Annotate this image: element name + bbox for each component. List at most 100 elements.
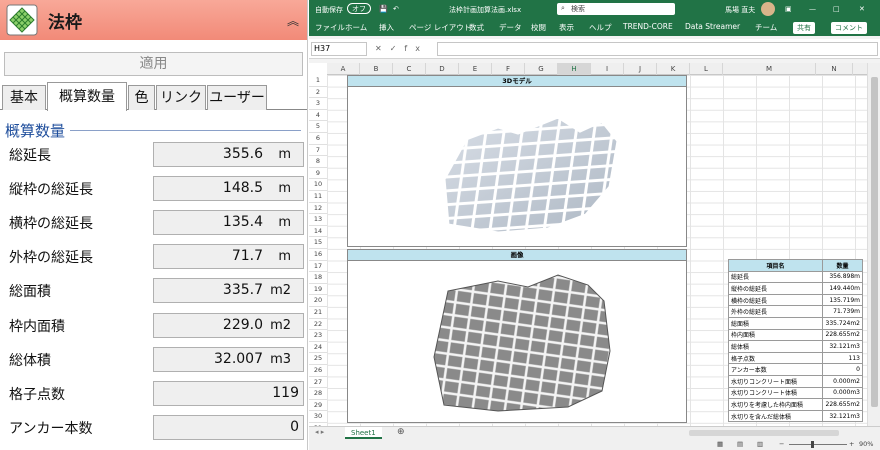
collapse-icon[interactable]: ︽ — [287, 12, 299, 29]
row-header[interactable]: 8 — [309, 156, 327, 168]
cell-area[interactable]: 3Dモデル 画像 項目名 数量 総延長 356.898m 縦枠の総延長 149.… — [327, 75, 867, 426]
fx-icon[interactable]: ✕✓fx — [375, 44, 428, 53]
comment-button[interactable]: コメント — [831, 22, 867, 34]
row-header[interactable]: 22 — [309, 319, 327, 331]
tab-link[interactable]: リンク — [156, 85, 206, 110]
apply-button[interactable]: 適用 — [4, 52, 303, 76]
page-break-icon[interactable]: ▥ — [757, 440, 763, 448]
table-cell-qty[interactable]: 356.898m — [822, 270, 863, 284]
column-header[interactable]: N — [816, 63, 853, 75]
table-cell-name[interactable]: 水切りコンクリート体積 — [728, 386, 823, 400]
ribbon-tab[interactable]: 挿入 — [379, 22, 394, 33]
column-header[interactable]: D — [426, 63, 459, 75]
table-cell-name[interactable]: 縦枠の総延長 — [728, 282, 823, 295]
column-header[interactable]: F — [492, 63, 525, 75]
row-header[interactable]: 21 — [309, 307, 327, 319]
row-header[interactable]: 26 — [309, 365, 327, 377]
model-3d-image[interactable] — [348, 87, 686, 247]
ribbon-tab[interactable]: チーム — [755, 22, 777, 33]
plan-image[interactable] — [348, 261, 686, 423]
undo-icon[interactable]: ↶ — [393, 5, 399, 13]
table-cell-qty[interactable]: 228.655m2 — [822, 328, 863, 342]
zoom-in-icon[interactable]: + — [849, 440, 854, 448]
row-header[interactable]: 20 — [309, 295, 327, 307]
row-header[interactable]: 23 — [309, 330, 327, 342]
ribbon-tab[interactable]: ヘルプ — [589, 22, 612, 33]
table-cell-name[interactable]: 格子点数 — [728, 351, 823, 365]
zoom-out-icon[interactable]: − — [779, 440, 784, 448]
row-header[interactable]: 25 — [309, 353, 327, 365]
column-header[interactable]: H — [558, 63, 591, 75]
search-box[interactable]: 検索 — [557, 3, 675, 15]
ribbon-tab[interactable]: データ — [499, 22, 522, 33]
formula-input[interactable] — [437, 42, 878, 56]
row-header[interactable]: 28 — [309, 388, 327, 400]
row-header[interactable]: 9 — [309, 168, 327, 180]
ribbon-tab[interactable]: ページ レイアウト — [409, 22, 471, 33]
column-header[interactable]: M — [723, 63, 816, 75]
table-cell-qty[interactable]: 228.655m2 — [822, 398, 863, 411]
sheet-nav-icon[interactable]: ◂ ▸ — [315, 428, 324, 436]
table-cell-name[interactable]: 横枠の総延長 — [728, 293, 823, 307]
minimize-icon[interactable]: — — [809, 5, 816, 13]
table-cell-name[interactable]: 水切りを含んだ総体積 — [728, 409, 823, 423]
ribbon-tab[interactable]: 表示 — [559, 22, 574, 33]
row-header[interactable]: 29 — [309, 400, 327, 412]
row-header[interactable]: 1 — [309, 75, 327, 87]
row-header[interactable]: 11 — [309, 191, 327, 203]
row-header[interactable]: 12 — [309, 203, 327, 215]
column-header[interactable]: L — [690, 63, 723, 75]
row-header[interactable]: 3 — [309, 98, 327, 110]
ribbon-tab[interactable]: TREND-CORE — [623, 22, 673, 31]
maximize-icon[interactable]: □ — [833, 5, 840, 13]
table-cell-qty[interactable]: 135.719m — [822, 293, 863, 307]
table-cell-qty[interactable]: 32.121m3 — [822, 409, 863, 423]
row-header[interactable]: 14 — [309, 226, 327, 238]
tab-basic[interactable]: 基本 — [2, 85, 46, 110]
table-cell-qty[interactable]: 71.739m — [822, 305, 863, 318]
table-cell-name[interactable]: 総体積 — [728, 340, 823, 353]
share-button[interactable]: 共有 — [793, 22, 815, 34]
ribbon-tab[interactable]: ファイル — [315, 22, 345, 33]
row-header[interactable]: 6 — [309, 133, 327, 145]
add-sheet-icon[interactable]: ⊕ — [397, 427, 405, 437]
table-cell-qty[interactable]: 149.440m — [822, 282, 863, 295]
row-header[interactable]: 5 — [309, 121, 327, 133]
row-header[interactable]: 17 — [309, 261, 327, 273]
table-cell-qty[interactable]: 0.000m3 — [822, 386, 863, 400]
column-header[interactable]: I — [591, 63, 624, 75]
zoom-slider[interactable] — [789, 444, 847, 445]
column-header[interactable]: G — [525, 63, 558, 75]
table-cell-qty[interactable]: 0 — [822, 363, 863, 376]
table-cell-qty[interactable]: 32.121m3 — [822, 340, 863, 353]
horizontal-scrollbar[interactable] — [689, 430, 839, 436]
ribbon-tab[interactable]: 校閲 — [531, 22, 546, 33]
row-header[interactable]: 4 — [309, 110, 327, 122]
table-cell-name[interactable]: 水切りコンクリート面積 — [728, 374, 823, 388]
table-cell-name[interactable]: 外枠の総延長 — [728, 305, 823, 318]
row-header[interactable]: 15 — [309, 237, 327, 249]
row-header[interactable]: 16 — [309, 249, 327, 261]
table-cell-qty[interactable]: 113 — [822, 351, 863, 365]
scroll-thumb[interactable] — [871, 77, 878, 407]
worksheet-grid[interactable]: ABCDEFGHIJKLMN 1 2 3 4 5 6 7 8 9 10 11 12 13 14 15 16 17… — [309, 63, 880, 426]
row-header[interactable]: 18 — [309, 272, 327, 284]
ribbon-tab[interactable]: 数式 — [469, 22, 484, 33]
row-header[interactable]: 13 — [309, 214, 327, 226]
autosave-toggle[interactable]: オフ — [347, 3, 371, 14]
zoom-thumb[interactable] — [811, 441, 814, 448]
table-cell-qty[interactable]: 0.000m2 — [822, 374, 863, 388]
table-cell-name[interactable]: 枠内面積 — [728, 328, 823, 342]
row-header[interactable]: 19 — [309, 284, 327, 296]
row-header[interactable]: 27 — [309, 377, 327, 389]
row-header[interactable]: 24 — [309, 342, 327, 354]
column-header[interactable]: B — [360, 63, 393, 75]
zoom-level[interactable]: 90% — [859, 440, 873, 448]
table-cell-name[interactable]: アンカー本数 — [728, 363, 823, 376]
column-header[interactable]: E — [459, 63, 492, 75]
table-cell-name[interactable]: 水切りを考慮した枠内面積 — [728, 398, 823, 411]
tab-user[interactable]: ユーザー — [207, 85, 267, 110]
table-cell-name[interactable]: 総面積 — [728, 316, 823, 330]
page-layout-icon[interactable]: ▤ — [737, 440, 743, 448]
table-cell-name[interactable]: 総延長 — [728, 270, 823, 284]
